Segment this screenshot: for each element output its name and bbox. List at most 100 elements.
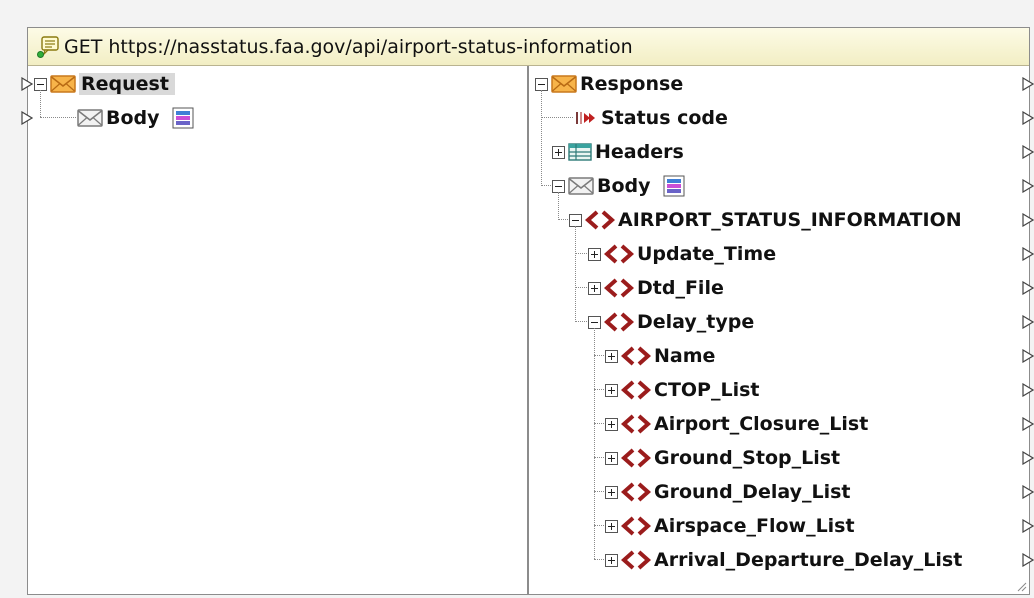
ground-stop-list-label: Ground_Stop_List	[654, 447, 841, 469]
airport-closure-list-label: Airport_Closure_List	[654, 413, 869, 435]
resize-grip-icon[interactable]	[1015, 580, 1027, 592]
response-body-node[interactable]: Body	[552, 171, 685, 201]
web-service-call-icon	[37, 35, 59, 58]
tree-line	[575, 321, 587, 322]
headers-label: Headers	[595, 141, 684, 163]
pane-divider	[527, 66, 529, 594]
request-body-input-connector-icon[interactable]	[21, 111, 33, 125]
tree-line	[594, 423, 604, 424]
element-icon	[621, 414, 651, 434]
headers-table-icon	[568, 143, 592, 161]
collapse-toggle-icon[interactable]	[34, 77, 47, 91]
response-node[interactable]: Response	[535, 69, 683, 99]
name-node[interactable]: Name	[605, 341, 715, 371]
delay-type-label: Delay_type	[637, 311, 755, 333]
tree-line	[594, 525, 604, 526]
tree-line	[575, 287, 587, 288]
output-connector-icon[interactable]	[1022, 247, 1034, 261]
headers-node[interactable]: Headers	[552, 137, 684, 167]
tree-line	[575, 226, 576, 322]
output-connector-icon[interactable]	[1022, 417, 1034, 431]
ctop-list-label: CTOP_List	[654, 379, 760, 401]
request-input-connector-icon[interactable]	[21, 77, 33, 91]
tree-line	[594, 389, 604, 390]
element-icon	[604, 244, 634, 264]
expand-toggle-icon[interactable]	[552, 145, 565, 159]
request-label: Request	[79, 73, 175, 95]
tree-line	[558, 192, 559, 220]
output-connector-icon[interactable]	[1022, 281, 1034, 295]
output-connector-icon[interactable]	[1022, 485, 1034, 499]
arrival-departure-delay-list-node[interactable]: Arrival_Departure_Delay_List	[605, 545, 962, 575]
element-icon	[621, 448, 651, 468]
tree-line	[541, 185, 551, 186]
collapse-toggle-icon[interactable]	[552, 179, 565, 193]
ground-delay-list-label: Ground_Delay_List	[654, 481, 851, 503]
output-connector-icon[interactable]	[1022, 519, 1034, 533]
delay-type-node[interactable]: Delay_type	[588, 307, 754, 337]
expand-toggle-icon[interactable]	[605, 349, 618, 363]
tree-line	[594, 457, 604, 458]
ground-delay-list-node[interactable]: Ground_Delay_List	[605, 477, 850, 507]
root-element-label: AIRPORT_STATUS_INFORMATION	[618, 209, 962, 231]
expand-toggle-icon[interactable]	[588, 281, 601, 295]
output-connector-icon[interactable]	[1022, 145, 1034, 159]
airspace-flow-list-label: Airspace_Flow_List	[654, 515, 855, 537]
element-icon	[621, 550, 651, 570]
update-time-node[interactable]: Update_Time	[588, 239, 776, 269]
dtd-file-node[interactable]: Dtd_File	[588, 273, 724, 303]
update-time-label: Update_Time	[637, 243, 777, 265]
output-connector-icon[interactable]	[1022, 213, 1034, 227]
tree-line	[594, 559, 604, 560]
output-connector-icon[interactable]	[1022, 315, 1034, 329]
format-settings-icon[interactable]	[663, 175, 685, 197]
tree-line	[541, 90, 542, 186]
dtd-file-label: Dtd_File	[637, 277, 724, 299]
expand-toggle-icon[interactable]	[605, 383, 618, 397]
collapse-toggle-icon[interactable]	[588, 315, 601, 329]
output-connector-icon[interactable]	[1022, 553, 1034, 567]
output-connector-icon[interactable]	[1022, 383, 1034, 397]
output-connector-icon[interactable]	[1022, 451, 1034, 465]
output-connector-icon[interactable]	[1022, 77, 1034, 91]
response-envelope-icon	[551, 74, 577, 94]
response-body-label: Body	[597, 175, 651, 197]
body-envelope-icon	[77, 108, 103, 128]
component-title-bar[interactable]: GET https://nasstatus.faa.gov/api/airpor…	[28, 28, 1029, 66]
tree-line	[558, 219, 568, 220]
status-code-node[interactable]: Status code	[574, 103, 728, 133]
tree-line	[40, 90, 41, 117]
expand-toggle-icon[interactable]	[605, 485, 618, 499]
output-connector-icon[interactable]	[1022, 179, 1034, 193]
request-node[interactable]: Request	[34, 69, 175, 99]
status-code-icon	[574, 109, 598, 127]
output-connector-icon[interactable]	[1022, 349, 1034, 363]
tree-line	[575, 253, 587, 254]
airspace-flow-list-node[interactable]: Airspace_Flow_List	[605, 511, 855, 541]
format-settings-icon[interactable]	[172, 107, 194, 129]
airport-status-information-node[interactable]: AIRPORT_STATUS_INFORMATION	[569, 205, 962, 235]
expand-toggle-icon[interactable]	[605, 417, 618, 431]
output-connector-icon[interactable]	[1022, 111, 1034, 125]
response-label: Response	[580, 73, 684, 95]
web-service-component[interactable]: GET https://nasstatus.faa.gov/api/airpor…	[27, 27, 1030, 595]
request-body-label: Body	[106, 107, 160, 129]
request-body-node[interactable]: Body	[77, 103, 194, 133]
element-icon	[585, 210, 615, 230]
expand-toggle-icon[interactable]	[605, 451, 618, 465]
airport-closure-list-node[interactable]: Airport_Closure_List	[605, 409, 868, 439]
collapse-toggle-icon[interactable]	[569, 213, 582, 227]
ctop-list-node[interactable]: CTOP_List	[605, 375, 760, 405]
status-code-label: Status code	[601, 107, 728, 129]
expand-toggle-icon[interactable]	[605, 519, 618, 533]
name-label: Name	[654, 345, 716, 367]
tree-line	[594, 355, 604, 356]
collapse-toggle-icon[interactable]	[535, 77, 548, 91]
body-envelope-icon	[568, 176, 594, 196]
ground-stop-list-node[interactable]: Ground_Stop_List	[605, 443, 840, 473]
expand-toggle-icon[interactable]	[588, 247, 601, 261]
request-envelope-icon	[50, 74, 76, 94]
expand-toggle-icon[interactable]	[605, 553, 618, 567]
tree-line	[40, 117, 76, 118]
element-icon	[621, 346, 651, 366]
